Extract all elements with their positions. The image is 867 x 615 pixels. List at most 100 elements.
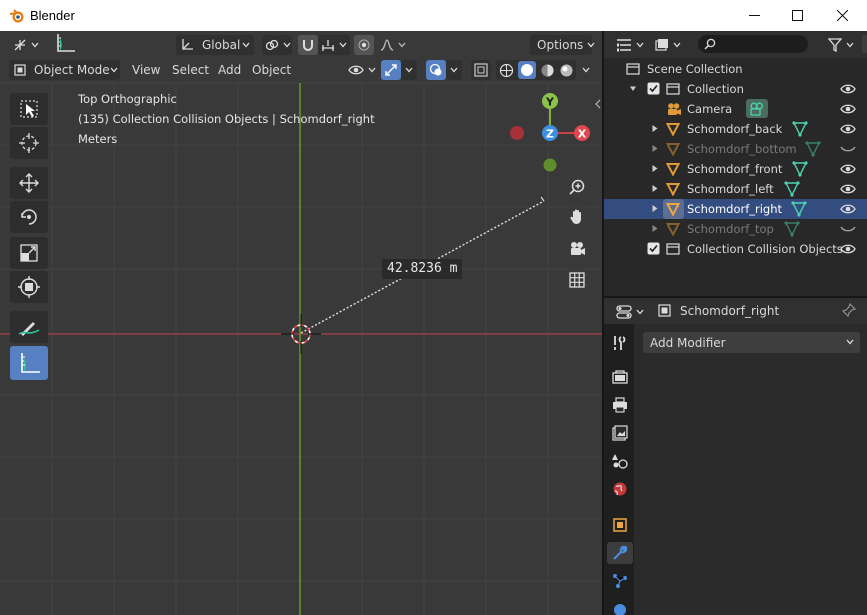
outliner-row-schomdorf-top[interactable]: Schomdorf_top xyxy=(604,219,867,239)
shading-dropdown[interactable] xyxy=(578,60,594,80)
checkbox-checked-icon[interactable] xyxy=(647,82,660,95)
eye-icon[interactable] xyxy=(840,103,856,115)
sidebar-toggle[interactable] xyxy=(593,95,602,113)
mesh-data-icon[interactable] xyxy=(784,181,800,197)
outliner-search-input[interactable] xyxy=(698,35,808,53)
outliner-row-camera[interactable]: Camera xyxy=(604,99,867,119)
tool-cursor[interactable] xyxy=(10,127,48,159)
menu-add[interactable]: Add xyxy=(218,60,241,80)
tab-physics[interactable] xyxy=(607,598,633,615)
editor-type-dropdown[interactable] xyxy=(614,35,644,55)
mesh-data-icon[interactable] xyxy=(792,121,808,137)
outliner-row-schomdorf-front[interactable]: Schomdorf_front xyxy=(604,159,867,179)
navigation-gizmo[interactable]: Y Z X xyxy=(500,89,600,189)
visibility-dropdown[interactable] xyxy=(345,60,377,80)
tool-annotate[interactable] xyxy=(10,311,48,343)
add-modifier-dropdown[interactable]: Add Modifier xyxy=(643,332,860,353)
zoom-button[interactable] xyxy=(563,173,591,201)
ortho-toggle-button[interactable] xyxy=(563,266,591,294)
outliner-row-scene-collection[interactable]: Scene Collection xyxy=(604,59,867,79)
outliner-row-schomdorf-right[interactable]: Schomdorf_right xyxy=(604,199,867,219)
options-label: Options xyxy=(537,38,584,52)
gizmo-toggle[interactable] xyxy=(381,60,401,80)
scale-icon xyxy=(20,244,38,262)
filter-dropdown[interactable] xyxy=(826,35,854,55)
eye-icon[interactable] xyxy=(840,83,856,95)
tool-rotate[interactable] xyxy=(10,201,48,233)
expand-arrow-right-icon[interactable] xyxy=(651,224,659,233)
tab-output[interactable] xyxy=(607,394,633,416)
outliner-row-schomdorf-back[interactable]: Schomdorf_back xyxy=(604,119,867,139)
expand-arrow-right-icon[interactable] xyxy=(651,144,659,153)
outliner-row-collection[interactable]: Collection xyxy=(604,79,867,99)
tool-transform[interactable] xyxy=(10,271,48,303)
expand-arrow-right-icon[interactable] xyxy=(651,124,659,133)
viewport-header-bottom: Object Mode View Select Add Object xyxy=(0,58,602,83)
outliner-row-schomdorf-bottom[interactable]: Schomdorf_bottom xyxy=(604,139,867,159)
overlays-dropdown[interactable] xyxy=(446,60,462,80)
falloff-dropdown[interactable] xyxy=(376,35,406,55)
outliner-row-schomdorf-left[interactable]: Schomdorf_left xyxy=(604,179,867,199)
expand-arrow-right-icon[interactable] xyxy=(651,164,659,173)
pivot-point-dropdown[interactable] xyxy=(262,35,292,55)
transform-pivot-button[interactable] xyxy=(9,35,42,55)
camera-view-button[interactable] xyxy=(563,235,591,263)
menu-select[interactable]: Select xyxy=(172,60,209,80)
eye-icon[interactable] xyxy=(840,163,856,175)
3d-viewport[interactable]: Global Options Object Mode View Select A… xyxy=(0,31,602,615)
new-collection-button[interactable] xyxy=(862,35,867,53)
measure-tool-header-icon-button[interactable] xyxy=(52,33,78,53)
mesh-data-icon[interactable] xyxy=(784,221,800,237)
overlays-toggle[interactable] xyxy=(426,60,446,80)
eye-closed-icon[interactable] xyxy=(840,143,856,155)
snap-toggle[interactable] xyxy=(298,35,318,55)
mesh-data-icon[interactable] xyxy=(792,161,808,177)
snap-target-dropdown[interactable] xyxy=(318,35,350,55)
rendered-shading-icon[interactable] xyxy=(559,63,574,78)
pin-icon[interactable] xyxy=(842,303,856,317)
eye-icon[interactable] xyxy=(840,183,856,195)
eye-icon[interactable] xyxy=(840,243,856,255)
proportional-edit-toggle[interactable] xyxy=(354,35,374,55)
xray-toggle[interactable] xyxy=(471,60,491,80)
wireframe-shading-icon[interactable] xyxy=(499,63,514,78)
mode-dropdown[interactable]: Object Mode xyxy=(9,60,120,80)
menu-view[interactable]: View xyxy=(132,60,160,80)
close-button[interactable] xyxy=(820,0,865,31)
tool-measure[interactable] xyxy=(10,346,48,380)
orientation-dropdown[interactable]: Global xyxy=(176,35,254,55)
display-mode-dropdown[interactable] xyxy=(651,35,681,55)
options-dropdown[interactable]: Options xyxy=(530,35,595,55)
menu-object[interactable]: Object xyxy=(252,60,291,80)
tab-object[interactable] xyxy=(607,514,633,536)
tab-render[interactable] xyxy=(607,366,633,388)
tab-scene[interactable] xyxy=(607,450,633,472)
eye-closed-icon[interactable] xyxy=(840,223,856,235)
tool-scale[interactable] xyxy=(10,237,48,269)
tool-select-box[interactable] xyxy=(10,93,48,125)
tab-particles[interactable] xyxy=(607,570,633,592)
properties-editor-type-dropdown[interactable] xyxy=(614,302,646,322)
expand-arrow-right-icon[interactable] xyxy=(651,184,659,193)
pan-button[interactable] xyxy=(563,203,591,231)
tab-modifiers[interactable] xyxy=(607,542,633,564)
solid-shading-button[interactable] xyxy=(518,61,536,79)
tool-move[interactable] xyxy=(10,167,48,199)
properties-object-name: Schomdorf_right xyxy=(680,304,780,318)
outliner-row-collection-collision-objects[interactable]: Collection Collision Objects xyxy=(604,239,867,259)
expand-arrow-down-icon[interactable] xyxy=(629,85,637,93)
material-shading-icon[interactable] xyxy=(540,63,555,78)
maximize-button[interactable] xyxy=(775,0,820,31)
gizmo-dropdown[interactable] xyxy=(401,60,417,80)
camera-data-badge[interactable] xyxy=(746,99,768,118)
tab-view-layer[interactable] xyxy=(607,422,633,444)
minimize-button[interactable] xyxy=(732,0,777,31)
mesh-data-icon[interactable] xyxy=(805,141,821,157)
eye-icon[interactable] xyxy=(840,123,856,135)
mesh-data-icon[interactable] xyxy=(791,201,807,217)
checkbox-checked-icon[interactable] xyxy=(647,242,660,255)
tab-world[interactable] xyxy=(607,478,633,500)
tab-tool[interactable] xyxy=(607,332,633,354)
eye-icon[interactable] xyxy=(840,203,856,215)
expand-arrow-right-icon[interactable] xyxy=(651,204,659,213)
